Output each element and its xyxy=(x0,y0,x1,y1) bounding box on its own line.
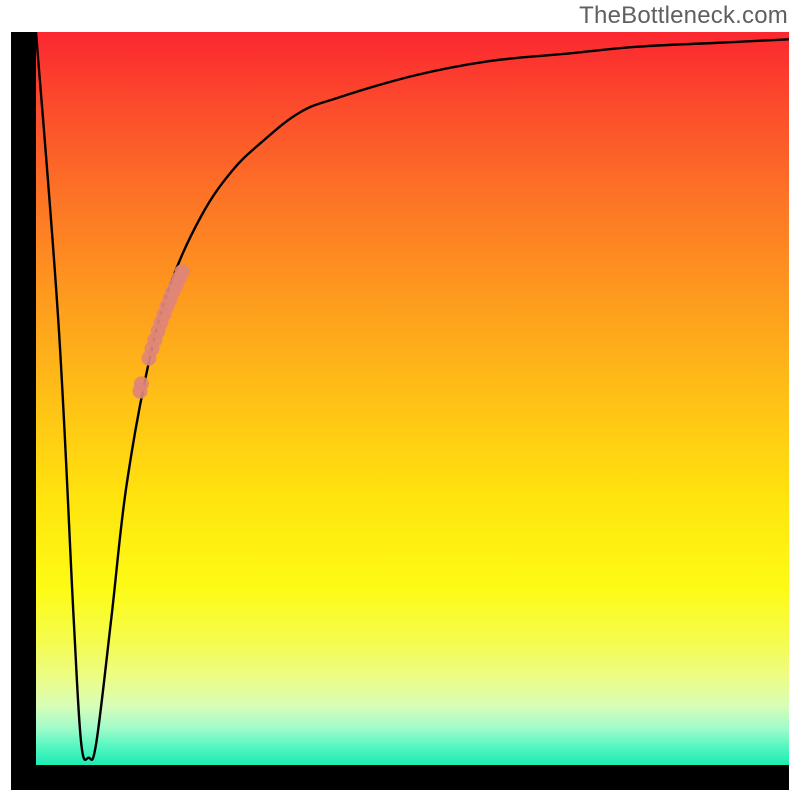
highlight-markers xyxy=(36,32,789,765)
watermark-text: TheBottleneck.com xyxy=(579,2,788,30)
plot-area xyxy=(36,32,789,765)
chart-container: TheBottleneck.com xyxy=(0,0,800,800)
plot-frame xyxy=(11,32,789,790)
